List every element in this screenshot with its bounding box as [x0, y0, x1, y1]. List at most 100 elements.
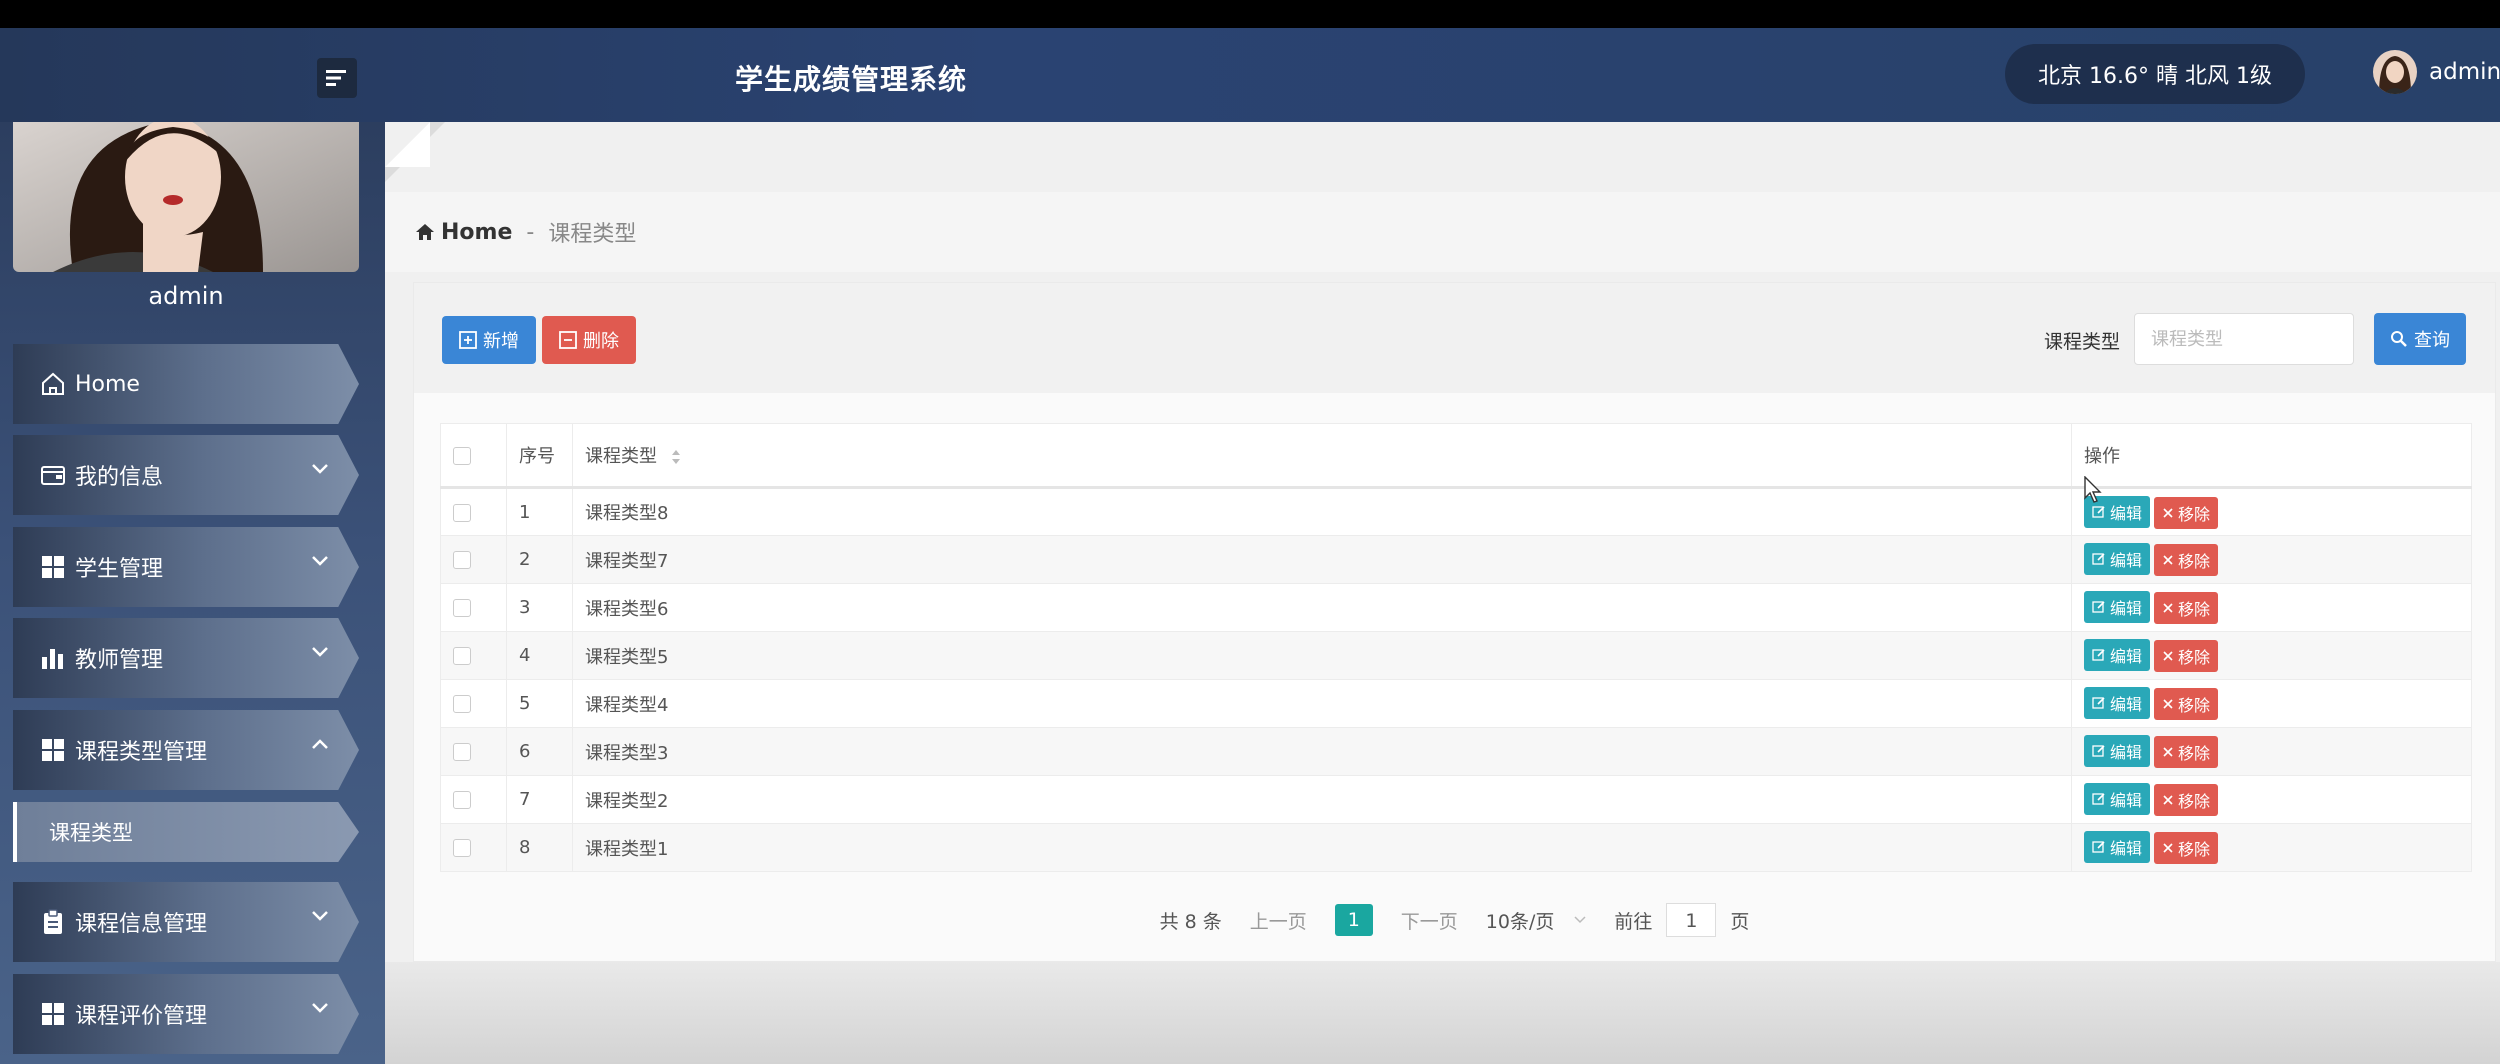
bar-chart-icon: [39, 644, 67, 672]
page-size-select[interactable]: 10条/页: [1486, 907, 1587, 934]
remove-button[interactable]: 移除: [2154, 784, 2219, 816]
row-actions: 编辑 移除: [2071, 487, 2472, 536]
table-row: 2 课程类型7 编辑 移除: [440, 535, 2472, 584]
pagination-next[interactable]: 下一页: [1401, 907, 1458, 934]
sidebar-item-my-info[interactable]: 我的信息: [13, 435, 359, 515]
search-icon: [2391, 331, 2407, 347]
row-select-cell: [440, 679, 507, 728]
row-checkbox[interactable]: [453, 599, 471, 617]
sidebar-item-teachers[interactable]: 教师管理: [13, 618, 359, 698]
remove-button[interactable]: 移除: [2154, 640, 2219, 672]
close-icon: [2163, 555, 2173, 565]
row-checkbox[interactable]: [453, 503, 471, 522]
table-row: 7 课程类型2 编辑 移除: [440, 775, 2472, 824]
remove-button[interactable]: 移除: [2154, 688, 2219, 720]
remove-button-label: 移除: [2178, 552, 2211, 571]
profile-name: admin: [148, 282, 224, 310]
edit-button-label: 编辑: [2110, 551, 2143, 570]
header-course-type[interactable]: 课程类型: [572, 423, 2072, 489]
page-fold-decoration: [385, 122, 445, 182]
grid-icon: [39, 736, 67, 764]
search-input[interactable]: [2134, 313, 2354, 365]
sidebar-item-students[interactable]: 学生管理: [13, 527, 359, 607]
row-checkbox[interactable]: [453, 647, 471, 665]
edit-button[interactable]: 编辑: [2084, 735, 2151, 767]
edit-icon: [2092, 553, 2105, 565]
breadcrumb: Home - 课程类型: [385, 192, 2500, 272]
delete-button[interactable]: 删除: [542, 316, 636, 364]
sidebar-item-course-info[interactable]: 课程信息管理: [13, 882, 359, 962]
remove-button[interactable]: 移除: [2154, 496, 2219, 529]
close-icon: [2163, 699, 2173, 709]
row-course-type: 课程类型7: [572, 535, 2072, 584]
row-course-type: 课程类型3: [572, 727, 2072, 776]
pagination-prev[interactable]: 上一页: [1250, 907, 1307, 934]
query-button[interactable]: 查询: [2374, 313, 2466, 365]
menu-toggle-button[interactable]: [317, 58, 357, 98]
select-all-checkbox[interactable]: [453, 446, 471, 465]
row-actions: 编辑 移除: [2071, 823, 2472, 872]
sort-icon[interactable]: [671, 449, 681, 465]
row-select-cell: [440, 535, 507, 584]
sidebar-item-home[interactable]: Home: [13, 344, 359, 424]
top-bar: 学生成绩管理系统 北京 16.6° 晴 北风 1级 admin: [0, 28, 2500, 122]
row-checkbox[interactable]: [453, 551, 471, 569]
row-course-type: 课程类型2: [572, 775, 2072, 824]
sidebar-item-course-types[interactable]: 课程类型管理: [13, 710, 359, 790]
table-header-row: 序号 课程类型 操作: [440, 423, 2472, 489]
breadcrumb-home[interactable]: Home: [415, 220, 512, 245]
table-row: 8 课程类型1 编辑 移除: [440, 823, 2472, 872]
add-button[interactable]: 新增: [442, 316, 536, 364]
row-index: 7: [506, 775, 573, 824]
sidebar-subitem-course-type[interactable]: 课程类型: [13, 802, 359, 862]
close-icon: [2163, 603, 2173, 613]
table-row: 4 课程类型5 编辑 移除: [440, 631, 2472, 680]
profile-photo: [13, 122, 359, 272]
edit-button[interactable]: 编辑: [2084, 687, 2151, 719]
row-select-cell: [440, 583, 507, 632]
edit-button[interactable]: 编辑: [2084, 831, 2151, 863]
row-index: 5: [506, 679, 573, 728]
pagination-current-page[interactable]: 1: [1334, 904, 1373, 936]
row-actions: 编辑 移除: [2071, 679, 2472, 728]
edit-button[interactable]: 编辑: [2084, 639, 2151, 671]
remove-button[interactable]: 移除: [2154, 592, 2219, 624]
mouse-cursor-icon: [2084, 476, 2102, 503]
row-checkbox[interactable]: [453, 695, 471, 713]
table-row: 1 课程类型8 编辑 移除: [440, 487, 2472, 536]
toolbar: 新增 删除 课程类型 查询: [414, 283, 2495, 393]
edit-button-label: 编辑: [2110, 839, 2143, 858]
row-checkbox[interactable]: [453, 839, 471, 857]
edit-button[interactable]: 编辑: [2084, 543, 2151, 575]
edit-icon: [2092, 745, 2105, 757]
remove-button-label: 移除: [2178, 696, 2211, 715]
close-icon: [2163, 507, 2173, 518]
edit-button[interactable]: 编辑: [2084, 591, 2151, 623]
data-table: 序号 课程类型 操作 1 课程类型8 编辑 移除 2 课程类型7 编辑 移除 3 课程类型6 编辑移…: [440, 423, 2472, 872]
grid-icon: [39, 553, 67, 581]
table-row: 3 课程类型6 编辑 移除: [440, 583, 2472, 632]
edit-icon: [2092, 841, 2105, 853]
header-ops: 操作: [2071, 423, 2472, 489]
weather-widget: 北京 16.6° 晴 北风 1级: [2005, 44, 2305, 104]
row-select-cell: [440, 823, 507, 872]
goto-page-input[interactable]: 1: [1666, 903, 1717, 937]
edit-button-label: 编辑: [2110, 647, 2143, 666]
user-menu[interactable]: admin: [2373, 50, 2500, 94]
breadcrumb-home-label: Home: [441, 219, 513, 245]
remove-button[interactable]: 移除: [2154, 736, 2219, 768]
pagination: 共 8 条 上一页 1 下一页 10条/页 前往 1 页: [414, 903, 2495, 937]
chevron-down-icon: [1574, 916, 1586, 924]
select-all-cell: [440, 423, 507, 489]
goto-label: 前往: [1614, 910, 1653, 933]
row-checkbox[interactable]: [453, 791, 471, 809]
remove-button[interactable]: 移除: [2154, 544, 2219, 576]
remove-button[interactable]: 移除: [2154, 832, 2219, 864]
edit-button[interactable]: 编辑: [2084, 783, 2151, 815]
sidebar-item-course-reviews[interactable]: 课程评价管理: [13, 974, 359, 1054]
row-actions: 编辑 移除: [2071, 535, 2472, 584]
edit-icon: [2092, 793, 2105, 805]
breadcrumb-separator: -: [526, 219, 535, 245]
sidebar-item-label: 课程类型管理: [75, 740, 208, 765]
row-checkbox[interactable]: [453, 743, 471, 761]
